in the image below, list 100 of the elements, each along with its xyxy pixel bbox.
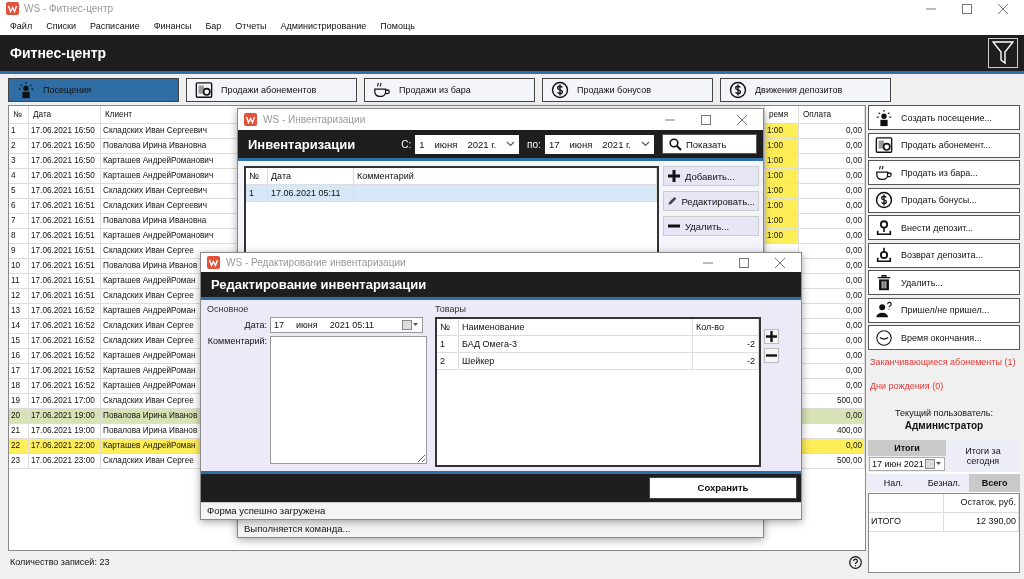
table-cell: 8 (9, 229, 29, 244)
action-button[interactable]: Создать посещение... (868, 105, 1020, 130)
person-icon (17, 81, 35, 99)
add-row-button[interactable] (764, 329, 779, 344)
column-header: Дата (29, 106, 101, 124)
close-icon[interactable] (737, 114, 747, 125)
toolbar-button[interactable]: Удалить... (663, 216, 759, 236)
table-cell: 0,00 (799, 139, 865, 154)
pin-tray-icon (875, 218, 893, 237)
table-cell: 17.06.2021 16:50 (29, 139, 101, 154)
table-row[interactable]: 1 17.06.2021 05:11 (246, 185, 657, 202)
save-button[interactable]: Сохранить (649, 476, 797, 499)
action-button[interactable]: Удалить... (868, 270, 1020, 295)
table-cell: 10 (9, 259, 29, 274)
action-button[interactable]: Продать абонемент... (868, 132, 1020, 158)
dialog-heading: Инвентаризации (248, 136, 356, 152)
alert-link[interactable]: Дни рождения (0) (870, 381, 1020, 391)
table-cell: 12 390,00 (944, 512, 1019, 531)
table-cell: 17.06.2021 16:51 (29, 214, 101, 229)
table-cell: 1:00 (765, 229, 799, 244)
menu-item[interactable]: Бар (205, 21, 222, 31)
table-cell: 17.06.2021 16:52 (29, 379, 101, 394)
bag-tray-icon (875, 246, 893, 264)
chevron-down-icon (641, 141, 650, 147)
table-cell: 2 (437, 353, 459, 370)
action-button[interactable]: Пришел/не пришел... (868, 297, 1020, 323)
toolbar-button[interactable]: Редактировать... (663, 191, 759, 211)
action-button[interactable]: Внести депозит... (868, 215, 1020, 240)
tab[interactable]: Итоги (868, 439, 946, 456)
table-cell: 12 (9, 289, 29, 304)
chevron-down-icon (506, 141, 516, 147)
date-to-field[interactable]: 17 июня 2021 г. (544, 134, 654, 154)
tab[interactable]: Посещения (8, 78, 179, 102)
table-cell: 1:00 (765, 124, 799, 139)
table-cell: 0,00 (799, 184, 865, 199)
menu-item[interactable]: Списки (46, 21, 76, 31)
action-button[interactable]: Продать бонусы... (868, 187, 1020, 213)
cup-icon (373, 81, 391, 99)
date-field[interactable]: 17 июня 2021 05:11 (270, 317, 423, 333)
close-icon[interactable] (775, 257, 785, 268)
card-icon (875, 136, 893, 154)
date-from-field[interactable]: 1 июня 2021 г. (415, 134, 520, 154)
help-icon[interactable] (849, 555, 862, 569)
calendar-dropdown-icon[interactable] (925, 458, 942, 469)
tab[interactable]: Движения депозитов (720, 78, 891, 102)
alert-link[interactable]: Заканчивающиеся абонементы (1) (870, 356, 1020, 367)
coin-icon (551, 81, 569, 99)
filter-button[interactable] (988, 38, 1018, 68)
comment-field[interactable] (270, 336, 427, 464)
menu-item[interactable]: Финансы (153, 21, 192, 31)
table-cell: 0,00 (799, 199, 865, 214)
menu-item[interactable]: Администрирование (280, 21, 367, 31)
tab[interactable]: Всего (969, 473, 1020, 492)
clock-icon (875, 328, 893, 347)
table-cell: 17 (9, 364, 29, 379)
coin-icon (729, 81, 747, 99)
maximize-icon[interactable] (739, 257, 749, 268)
tab[interactable]: Продажи абонементов (186, 78, 357, 102)
table-cell: 4 (9, 169, 29, 184)
plus-icon (766, 331, 777, 342)
menu-item[interactable]: Расписание (90, 21, 140, 31)
table-cell: 1 (246, 185, 268, 202)
table-cell: 1:00 (765, 154, 799, 169)
toolbar-button[interactable]: Добавить... (663, 166, 759, 186)
plus-icon (667, 169, 681, 183)
menu-item[interactable]: Файл (10, 21, 33, 31)
filter-icon (992, 41, 1014, 65)
table-cell: 17.06.2021 16:50 (29, 154, 101, 169)
maximize-icon[interactable] (701, 114, 711, 125)
show-button[interactable]: Показать (662, 134, 757, 154)
user-name: Администратор (903, 420, 985, 431)
action-button[interactable]: Возврат депозита... (868, 242, 1020, 268)
action-button[interactable]: Время окончания... (868, 325, 1020, 350)
maximize-icon[interactable] (962, 3, 972, 14)
table-cell: 17.06.2021 16:52 (29, 319, 101, 334)
table-cell: 1:00 (765, 169, 799, 184)
window-title: WS - Фитнес-центр (24, 3, 115, 14)
table-cell: 17.06.2021 19:00 (29, 409, 101, 424)
calendar-dropdown-icon[interactable] (402, 320, 419, 330)
table-cell: 17.06.2021 16:51 (29, 289, 101, 304)
table-cell: 17.06.2021 16:50 (29, 169, 101, 184)
date-picker[interactable]: 17 июн 2021 (869, 456, 945, 471)
table-cell: 17.06.2021 16:52 (29, 349, 101, 364)
tab[interactable]: Продажи из бара (364, 78, 535, 102)
table-cell: 1:00 (765, 214, 799, 229)
table-cell: ИТОГО (869, 512, 944, 531)
search-icon (669, 137, 682, 151)
person-question-icon (875, 301, 893, 319)
remove-row-button[interactable] (764, 348, 779, 363)
menu-item[interactable]: Помощь (380, 21, 416, 31)
coin-icon (875, 191, 893, 209)
person-icon (875, 108, 893, 127)
column-header: Оплата (799, 106, 865, 124)
table-cell: 2 (9, 139, 29, 154)
close-icon[interactable] (998, 3, 1008, 14)
table-cell: 18 (9, 379, 29, 394)
action-button[interactable]: Продать из бара... (868, 160, 1020, 185)
menu-item[interactable]: Отчеты (235, 21, 267, 31)
field-label: Дата: (243, 319, 267, 330)
tab[interactable]: Продажи бонусов (542, 78, 713, 102)
